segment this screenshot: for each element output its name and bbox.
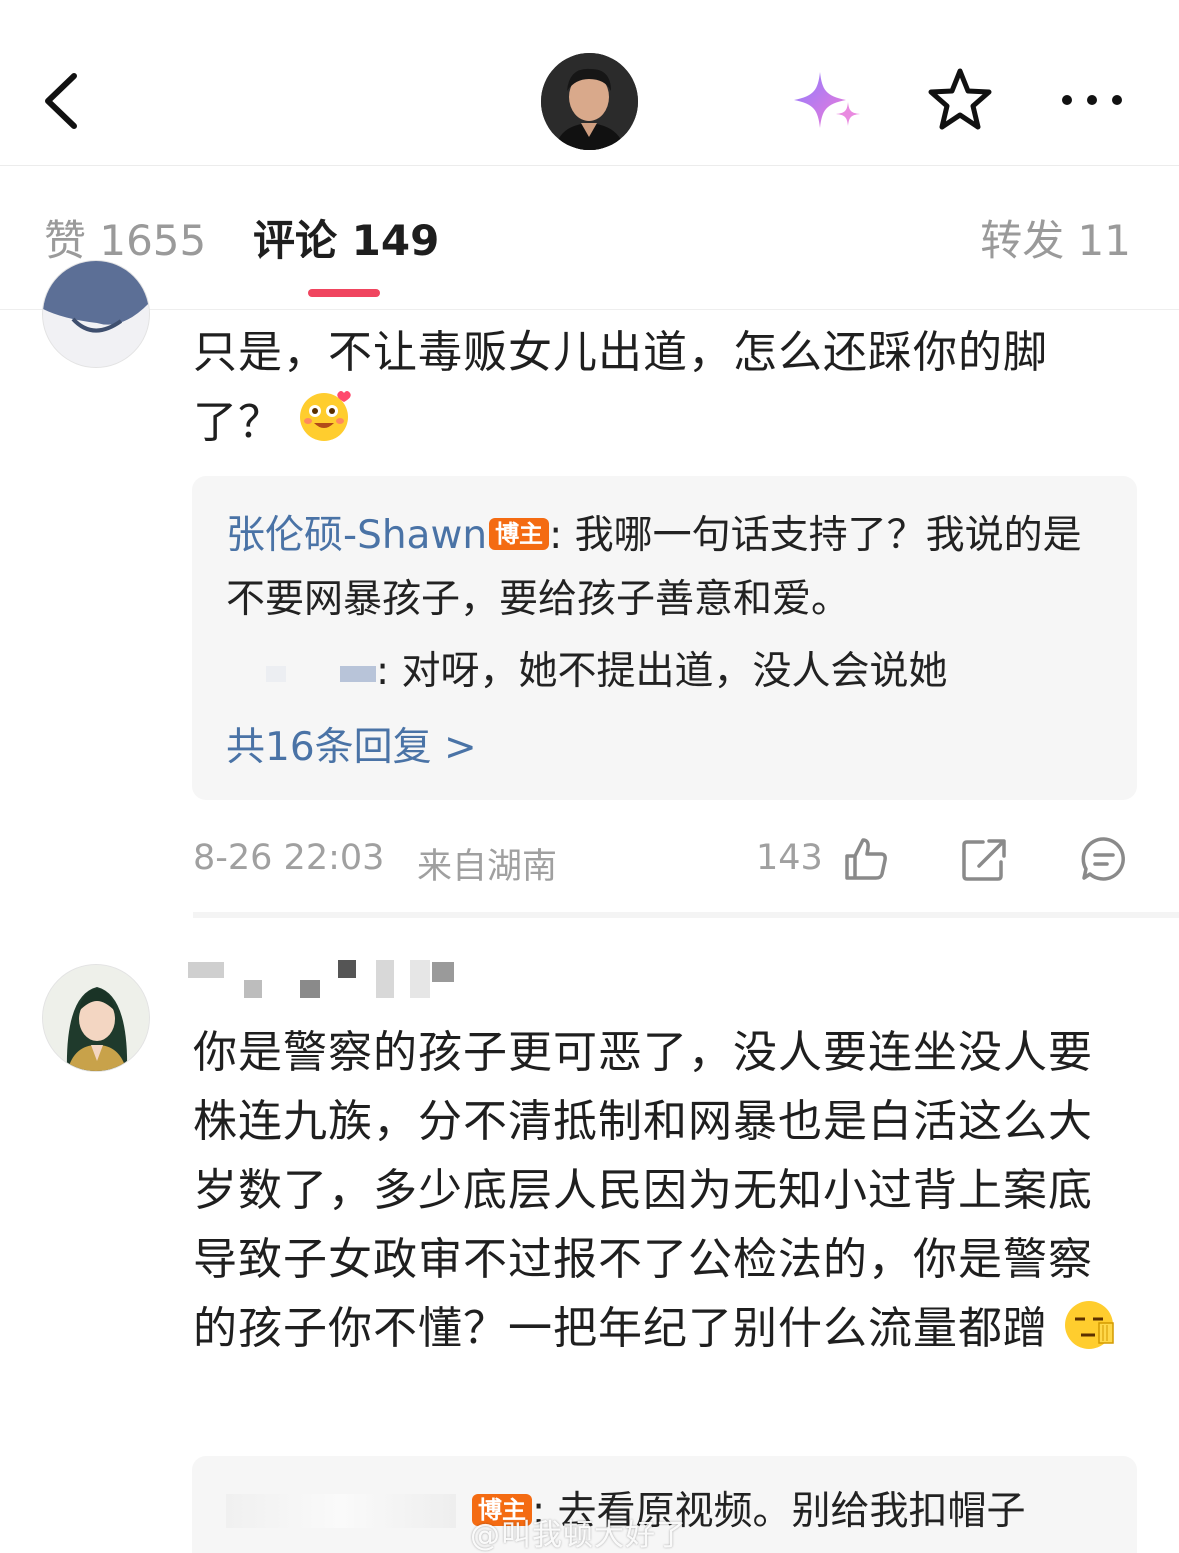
comment-meta: 8-26 22:03 来自湖南 143 [193,836,1143,887]
thumbs-up-icon [845,838,887,880]
comment-time: 8-26 22:03 [193,838,385,878]
blogger-badge: 博主 [489,518,550,550]
comment-text: 只是，不让毒贩女儿出道，怎么还踩你的脚了？ [193,327,1048,448]
more-options-button[interactable] [1058,86,1126,114]
tab-reposts[interactable]: 转发 11 [980,215,1131,267]
comment-text: 你是警察的孩子更可恶了，没人要连坐没人要株连九族，分不清抵制和网暴也是白活这么大… [193,1018,1133,1363]
like-count: 143 [756,838,823,878]
sub-reply: : 对呀，她不提出道，没人会说她 [226,640,1106,704]
ai-assistant-button[interactable] [788,68,868,136]
active-tab-indicator [308,289,380,297]
share-icon [962,839,1006,881]
blurred-username [188,960,468,1000]
reply-author-name[interactable]: 张伦硕-Shawn [226,513,487,558]
blurred-username [266,665,286,682]
blogger-avatar[interactable] [541,53,638,150]
chevron-left-icon [45,73,77,129]
star-outline-icon [928,68,992,130]
comment-divider [193,912,1179,918]
share-button[interactable] [961,838,1007,882]
like-button[interactable] [843,836,889,882]
tab-likes[interactable]: 赞 1655 [44,215,206,267]
back-button[interactable] [36,66,92,136]
unamused-hand-emoji [1063,1297,1117,1351]
blogger-reply: 张伦硕-Shawn 博主: 我哪一句话支持了？我说的是不要网暴孩子，要给孩子善意和… [226,513,1082,622]
weibo-watermark: @叫我顿大好了 [470,1518,687,1553]
commenter-avatar[interactable] [42,260,150,368]
tab-bar: 赞 1655 评论 149 转发 11 [0,167,1179,310]
comment-location: 来自湖南 [417,847,558,887]
reply-box[interactable]: 张伦硕-Shawn 博主: 我哪一句话支持了？我说的是不要网暴孩子，要给孩子善意和… [192,476,1137,800]
view-more-replies-link[interactable]: 共16条回复 > [226,720,477,776]
top-bar [0,0,1179,166]
tab-comments[interactable]: 评论 149 [253,215,439,267]
commenter-avatar[interactable] [42,964,150,1072]
happy-blush-emoji [298,387,354,443]
sparkle-icon [794,72,860,128]
comment-bubble-icon [1081,837,1125,881]
blurred-username [226,1494,456,1528]
favorite-button[interactable] [926,66,994,132]
reply-button[interactable] [1081,836,1127,882]
more-dots-icon [1062,95,1122,105]
